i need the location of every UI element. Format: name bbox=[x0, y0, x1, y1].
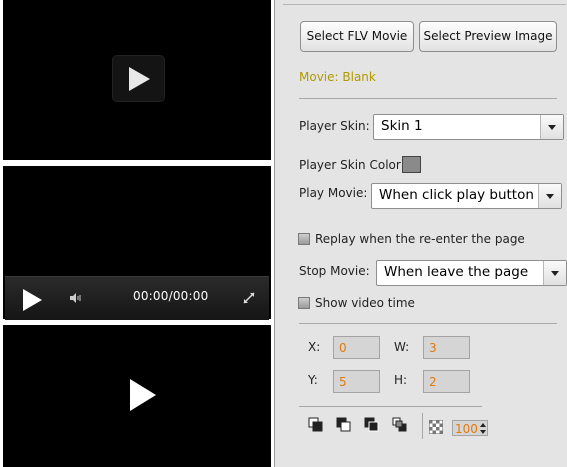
skin-color-swatch[interactable] bbox=[402, 156, 421, 173]
send-to-back-icon[interactable] bbox=[336, 417, 352, 433]
opacity-value: 100 bbox=[455, 422, 478, 436]
chevron-down-icon[interactable] bbox=[538, 184, 561, 208]
send-backward-icon[interactable] bbox=[392, 417, 408, 433]
y-label: Y: bbox=[308, 373, 318, 387]
show-video-time-checkbox[interactable] bbox=[298, 297, 310, 309]
play-icon bbox=[129, 67, 150, 91]
play-button[interactable] bbox=[112, 55, 165, 102]
replay-checkbox[interactable] bbox=[298, 233, 310, 245]
player-skin-value: Skin 1 bbox=[381, 118, 423, 134]
play-icon[interactable] bbox=[21, 289, 43, 311]
opacity-icon bbox=[429, 420, 443, 434]
play-movie-select[interactable]: When click play button bbox=[371, 183, 562, 209]
fullscreen-icon[interactable] bbox=[243, 292, 255, 304]
divider bbox=[299, 98, 557, 99]
y-field[interactable]: 5 bbox=[333, 370, 380, 393]
skin-preview-3[interactable] bbox=[3, 325, 271, 467]
video-time: 00:00/00:00 bbox=[133, 289, 209, 303]
chevron-down-icon[interactable] bbox=[540, 115, 563, 139]
w-field[interactable]: 3 bbox=[423, 336, 470, 359]
select-preview-image-button[interactable]: Select Preview Image bbox=[419, 21, 557, 52]
x-field[interactable]: 0 bbox=[333, 336, 380, 359]
volume-icon[interactable] bbox=[70, 293, 82, 303]
replay-label: Replay when the re-enter the page bbox=[315, 232, 525, 246]
stop-movie-select[interactable]: When leave the page bbox=[376, 260, 567, 286]
show-video-time-label: Show video time bbox=[315, 296, 415, 310]
skin-preview-2[interactable]: 00:00/00:00 bbox=[3, 166, 271, 320]
divider bbox=[283, 4, 566, 5]
chevron-down-icon[interactable] bbox=[543, 261, 566, 285]
opacity-stepper[interactable]: 100 bbox=[452, 420, 488, 436]
w-label: W: bbox=[394, 340, 410, 354]
h-label: H: bbox=[394, 373, 408, 387]
divider bbox=[422, 413, 423, 439]
player-skin-select[interactable]: Skin 1 bbox=[373, 114, 564, 140]
x-label: X: bbox=[308, 340, 321, 354]
player-skin-label: Player Skin: bbox=[299, 119, 370, 133]
spinner-arrows-icon[interactable] bbox=[480, 423, 486, 434]
stop-movie-value: When leave the page bbox=[384, 264, 529, 280]
skin-preview-1[interactable] bbox=[3, 0, 271, 160]
divider bbox=[299, 406, 482, 407]
bring-to-front-icon[interactable] bbox=[308, 417, 324, 433]
movie-status: Movie: Blank bbox=[299, 70, 376, 84]
flv-settings-panel: Select FLV Movie Select Preview Image Mo… bbox=[274, 0, 567, 467]
select-flv-movie-button[interactable]: Select FLV Movie bbox=[300, 21, 414, 52]
player-control-bar: 00:00/00:00 bbox=[5, 276, 269, 320]
play-movie-label: Play Movie: bbox=[299, 186, 368, 200]
player-skin-color-label: Player Skin Color: bbox=[299, 158, 405, 172]
h-field[interactable]: 2 bbox=[423, 370, 470, 393]
bring-forward-icon[interactable] bbox=[364, 417, 380, 433]
stop-movie-label: Stop Movie: bbox=[299, 264, 370, 278]
play-movie-value: When click play button bbox=[379, 187, 534, 203]
divider bbox=[299, 323, 557, 324]
play-icon[interactable] bbox=[128, 378, 158, 412]
